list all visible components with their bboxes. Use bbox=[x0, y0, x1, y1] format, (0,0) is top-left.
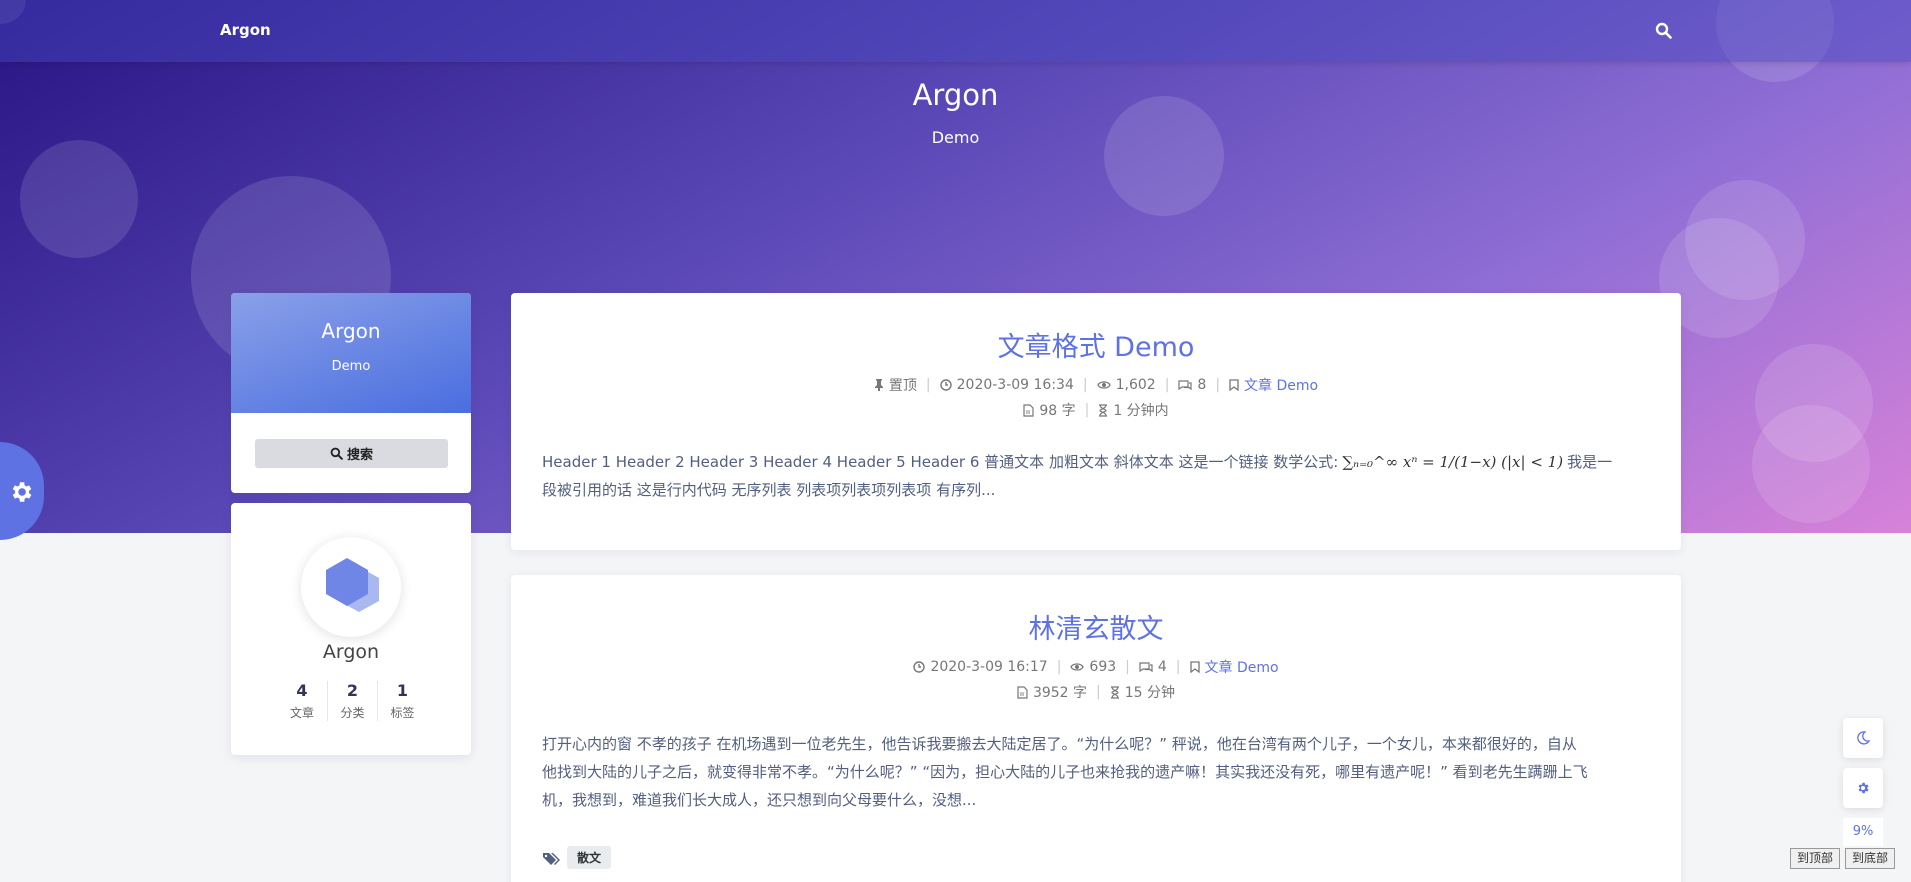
navbar-brand[interactable]: Argon bbox=[220, 21, 271, 39]
read-time: 1 分钟内 bbox=[1098, 400, 1169, 420]
site-subtitle: Demo bbox=[331, 359, 371, 374]
post-views: 1,602 bbox=[1096, 377, 1156, 393]
post-card: 林清玄散文 2020-3-09 16:17 | 693 | 4 | 文章 Dem… bbox=[511, 575, 1681, 882]
read-time-text: 15 分钟 bbox=[1124, 685, 1176, 701]
hero-title: Argon bbox=[912, 78, 999, 112]
decor-bubble bbox=[1752, 405, 1870, 523]
excerpt-text: Header 1 Header 2 Header 3 Header 4 Head… bbox=[542, 453, 1339, 471]
search-button[interactable]: 搜索 bbox=[255, 439, 448, 468]
excerpt-text: 机，我想到，难道我们长大成人，还只想到向父母要什么，没想... bbox=[542, 791, 977, 809]
tags-icon bbox=[542, 851, 560, 870]
gear-icon bbox=[12, 482, 32, 502]
word-count: W 3952 字 bbox=[1017, 682, 1087, 702]
category-link[interactable]: 文章 Demo bbox=[1244, 375, 1318, 395]
post-category[interactable]: 文章 Demo bbox=[1229, 375, 1318, 395]
post-excerpt: 打开心内的窗 不孝的孩子 在机场遇到一位老先生，他告诉我要搬去大陆定居了。“为什… bbox=[542, 730, 1652, 814]
stat-categories[interactable]: 2 分类 bbox=[327, 681, 377, 721]
site-title: Argon bbox=[321, 319, 381, 343]
post-views: 693 bbox=[1070, 659, 1116, 675]
svg-text:W: W bbox=[1019, 692, 1024, 698]
views-count: 1,602 bbox=[1115, 377, 1156, 393]
svg-text:W: W bbox=[1026, 410, 1031, 416]
views-count: 693 bbox=[1089, 659, 1117, 675]
search-button-label: 搜索 bbox=[346, 448, 373, 463]
pin-icon bbox=[874, 379, 883, 391]
to-bottom-button[interactable]: 到底部 bbox=[1845, 848, 1896, 869]
comments-count: 4 bbox=[1157, 659, 1167, 675]
excerpt-text: 他找到大陆的儿子之后，就变得非常不孝。“为什么呢？” “因为，担心大陆的儿子也来… bbox=[542, 763, 1588, 781]
post-meta-secondary: W 3952 字 | 15 分钟 bbox=[511, 682, 1681, 702]
excerpt-text: 段被引用的话 这是行内代码 无序列表 列表项列表项列表项 有序列... bbox=[542, 481, 996, 499]
comments-icon bbox=[1139, 662, 1153, 673]
site-info-card: Argon Demo 搜索 bbox=[231, 293, 471, 493]
post-excerpt: Header 1 Header 2 Header 3 Header 4 Head… bbox=[542, 448, 1652, 504]
stat-posts[interactable]: 4 文章 bbox=[277, 681, 327, 721]
stat-value: 2 bbox=[346, 681, 359, 700]
post-meta: 置顶 | 2020-3-09 16:34 | 1,602 | 8 | 文章 De… bbox=[511, 375, 1681, 395]
hourglass-icon bbox=[1110, 685, 1119, 699]
author-stats: 4 文章 2 分类 1 标签 bbox=[277, 681, 427, 721]
post-date: 2020-3-09 16:34 bbox=[939, 377, 1074, 393]
post-card: 文章格式 Demo 置顶 | 2020-3-09 16:34 | 1,602 |… bbox=[511, 293, 1681, 550]
document-icon: W bbox=[1017, 685, 1028, 699]
post-title[interactable]: 林清玄散文 bbox=[511, 607, 1681, 646]
navbar: Argon bbox=[0, 0, 1911, 62]
comments-icon bbox=[1178, 380, 1193, 391]
math-formula: ∑ₙ₌₀^∞ xⁿ = 1/(1−x) (|x| < 1) bbox=[1342, 453, 1564, 471]
avatar[interactable] bbox=[301, 537, 401, 637]
stat-value: 4 bbox=[296, 681, 308, 700]
word-count-text: 98 字 bbox=[1039, 403, 1076, 419]
eye-icon bbox=[1096, 381, 1111, 389]
post-comments: 4 bbox=[1139, 659, 1167, 675]
clock-icon bbox=[939, 379, 952, 391]
read-time: 15 分钟 bbox=[1110, 682, 1175, 702]
dark-mode-button[interactable] bbox=[1843, 718, 1883, 758]
scroll-percent[interactable]: 9% bbox=[1843, 818, 1883, 846]
hourglass-icon bbox=[1099, 403, 1108, 417]
author-name: Argon bbox=[322, 641, 380, 663]
post-category[interactable]: 文章 Demo bbox=[1189, 657, 1279, 677]
bookmark-icon bbox=[1229, 379, 1239, 391]
eye-icon bbox=[1070, 663, 1085, 671]
pinned-badge: 置顶 bbox=[874, 375, 917, 395]
clock-icon bbox=[913, 661, 926, 673]
read-time-text: 1 分钟内 bbox=[1113, 403, 1169, 419]
search-icon bbox=[330, 447, 343, 460]
post-date: 2020-3-09 16:17 bbox=[913, 659, 1048, 675]
stat-label: 分类 bbox=[340, 706, 365, 720]
post-title[interactable]: 文章格式 Demo bbox=[511, 325, 1681, 364]
decor-bubble bbox=[20, 140, 138, 258]
site-info-header: Argon Demo bbox=[231, 293, 471, 413]
stat-label: 标签 bbox=[390, 706, 415, 720]
argon-logo-icon bbox=[326, 558, 379, 612]
word-count-text: 3952 字 bbox=[1032, 685, 1088, 701]
category-link[interactable]: 文章 Demo bbox=[1205, 657, 1279, 677]
pinned-label: 置顶 bbox=[888, 378, 917, 394]
author-card: Argon 4 文章 2 分类 1 标签 bbox=[231, 503, 471, 755]
stat-value: 1 bbox=[396, 681, 409, 700]
to-top-button[interactable]: 到顶部 bbox=[1790, 848, 1841, 869]
word-count: W 98 字 bbox=[1023, 400, 1076, 420]
comments-count: 8 bbox=[1197, 377, 1207, 393]
date-text: 2020-3-09 16:17 bbox=[930, 659, 1048, 675]
post-comments: 8 bbox=[1178, 377, 1206, 393]
search-icon[interactable] bbox=[1655, 22, 1673, 40]
stat-label: 文章 bbox=[289, 706, 314, 720]
post-meta-secondary: W 98 字 | 1 分钟内 bbox=[511, 400, 1681, 420]
document-icon: W bbox=[1023, 403, 1034, 417]
tag-pill[interactable]: 散文 bbox=[567, 846, 612, 869]
excerpt-text: 打开心内的窗 不孝的孩子 在机场遇到一位老先生，他告诉我要搬去大陆定居了。“为什… bbox=[542, 735, 1577, 753]
hero-subtitle: Demo bbox=[931, 128, 980, 147]
decor-bubble bbox=[1104, 96, 1224, 216]
gear-icon bbox=[1858, 782, 1869, 794]
bookmark-icon bbox=[1189, 661, 1200, 673]
settings-button[interactable] bbox=[1843, 768, 1883, 808]
date-text: 2020-3-09 16:34 bbox=[956, 377, 1074, 393]
stat-tags[interactable]: 1 标签 bbox=[377, 681, 427, 721]
post-meta: 2020-3-09 16:17 | 693 | 4 | 文章 Demo bbox=[511, 657, 1681, 677]
moon-icon bbox=[1857, 731, 1870, 745]
excerpt-text: 我是一 bbox=[1567, 453, 1613, 471]
